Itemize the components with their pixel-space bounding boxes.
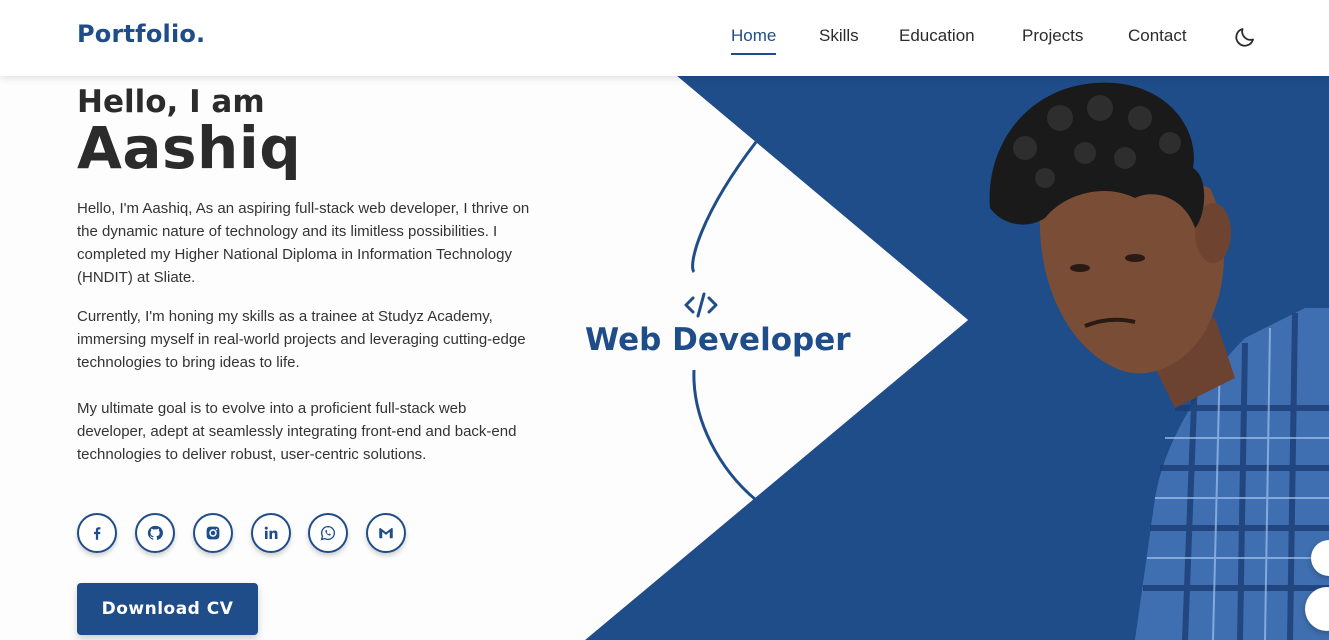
site-header: Portfolio. Home Skills Education Project… bbox=[0, 0, 1329, 76]
instagram-link[interactable] bbox=[193, 513, 233, 553]
instagram-icon bbox=[206, 526, 220, 540]
hero-name: Aashiq bbox=[77, 114, 302, 182]
whatsapp-icon bbox=[320, 525, 336, 541]
gmail-icon bbox=[379, 528, 393, 539]
facebook-link[interactable] bbox=[77, 513, 117, 553]
intro-paragraph: Hello, I'm Aashiq, As an aspiring full-s… bbox=[77, 200, 530, 286]
download-cv-button[interactable]: Download CV bbox=[77, 583, 258, 635]
nav-projects[interactable]: Projects bbox=[1022, 26, 1083, 46]
role-title: Web Developer bbox=[585, 322, 851, 358]
whatsapp-link[interactable] bbox=[308, 513, 348, 553]
facebook-icon bbox=[94, 527, 101, 540]
gmail-link[interactable] bbox=[366, 513, 406, 553]
current-role-paragraph: Currently, I'm honing my skills as a tra… bbox=[77, 308, 526, 371]
linkedin-link[interactable] bbox=[251, 513, 291, 553]
main-nav: Home Skills Education Projects Contact bbox=[0, 26, 1329, 56]
nav-contact[interactable]: Contact bbox=[1128, 26, 1187, 46]
goal-paragraph: My ultimate goal is to evolve into a pro… bbox=[77, 400, 517, 463]
nav-home[interactable]: Home bbox=[731, 26, 777, 55]
github-link[interactable] bbox=[135, 513, 175, 553]
profile-photo bbox=[989, 82, 1329, 640]
linkedin-icon bbox=[264, 526, 278, 539]
moon-icon[interactable] bbox=[1233, 25, 1257, 49]
nav-education[interactable]: Education bbox=[899, 26, 975, 46]
nav-skills[interactable]: Skills bbox=[819, 26, 859, 46]
code-icon bbox=[684, 292, 718, 318]
github-icon bbox=[147, 525, 163, 540]
